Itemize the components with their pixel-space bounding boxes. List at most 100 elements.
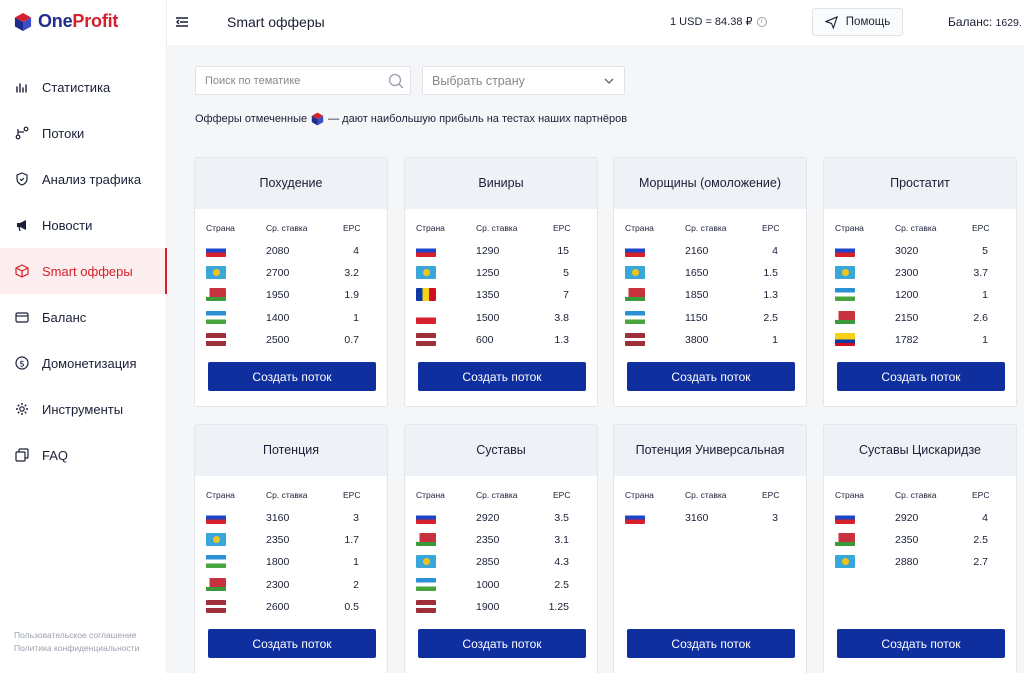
sidebar-item-6[interactable]: Баланс <box>0 294 167 340</box>
search-input[interactable]: Поиск по тематике <box>195 66 411 95</box>
sidebar-item-7[interactable]: $ Домонетизация <box>0 340 167 386</box>
offer-card: Виниры Страна Ср. ставка EPC 1290 15 1250 5 1350… <box>404 157 598 407</box>
sidebar-item-2[interactable]: Потоки <box>0 110 167 156</box>
offer-epc: 2 <box>353 579 359 591</box>
col-country: Страна <box>625 490 654 500</box>
offer-epc: 3.2 <box>344 267 359 279</box>
offer-epc: 1 <box>772 334 778 346</box>
flag-uz-icon <box>835 288 855 301</box>
flag-ru-icon <box>625 244 645 257</box>
sidebar-item-9[interactable]: FAQ <box>0 432 167 478</box>
offer-rate: 1850 <box>685 289 709 301</box>
offer-rate: 2300 <box>266 579 290 591</box>
create-flow-button[interactable]: Создать поток <box>627 629 795 658</box>
offer-title: Суставы <box>405 425 597 476</box>
offer-epc: 1.7 <box>344 534 359 546</box>
col-epc: EPC <box>343 223 361 233</box>
create-flow-button[interactable]: Создать поток <box>627 362 795 391</box>
col-epc: EPC <box>553 223 571 233</box>
offer-rate: 1900 <box>476 601 500 613</box>
balance: Баланс: 1629. <box>948 15 1022 29</box>
offer-card: Потенция Страна Ср. ставка EPC 3160 3 2350 1.7 1… <box>194 424 388 673</box>
sidebar-item-label: Анализ трафика <box>42 171 142 187</box>
privacy-link[interactable]: Политика конфиденциальности <box>14 642 139 655</box>
terms-link[interactable]: Пользовательское соглашение <box>14 629 139 642</box>
offer-row: 1250 5 <box>405 266 597 282</box>
create-flow-button[interactable]: Создать поток <box>208 629 376 658</box>
sidebar-item-3[interactable]: Анализ трафика <box>0 156 167 202</box>
flag-ru-icon <box>206 244 226 257</box>
flag-kz-icon <box>835 266 855 279</box>
sidebar-footer: Пользовательское соглашение Политика кон… <box>14 629 139 655</box>
offer-epc: 1 <box>982 289 988 301</box>
create-flow-button[interactable]: Создать поток <box>418 629 586 658</box>
create-flow-button[interactable]: Создать поток <box>837 629 1005 658</box>
logo[interactable]: OneProfit <box>14 11 118 32</box>
offer-epc: 5 <box>982 245 988 257</box>
help-label: Помощь <box>845 16 891 28</box>
offer-row: 3160 3 <box>614 511 806 527</box>
offer-table-header: Страна Ср. ставка EPC <box>614 490 806 504</box>
balance-label: Баланс: <box>948 15 993 29</box>
flag-co-icon <box>835 333 855 346</box>
help-button[interactable]: Помощь <box>812 8 903 36</box>
flag-kz-icon <box>206 533 226 546</box>
offer-epc: 3 <box>353 512 359 524</box>
flag-uz-icon <box>625 311 645 324</box>
col-country: Страна <box>206 490 235 500</box>
offer-card: Потенция Универсальная Страна Ср. ставка EP… <box>613 424 807 673</box>
flag-uz-icon <box>206 311 226 324</box>
offer-title: Потенция <box>195 425 387 476</box>
search-placeholder: Поиск по тематике <box>205 74 301 87</box>
offer-rate: 2500 <box>266 334 290 346</box>
brand-name: OneProfit <box>38 11 119 31</box>
create-flow-button[interactable]: Создать поток <box>208 362 376 391</box>
offer-epc: 3.5 <box>554 512 569 524</box>
sidebar-item-8[interactable]: Инструменты <box>0 386 167 432</box>
col-rate: Ср. ставка <box>266 490 308 500</box>
offer-epc: 1.3 <box>763 289 778 301</box>
dollar-icon: $ <box>15 356 29 370</box>
chevron-down-icon <box>604 78 614 84</box>
sidebar-item-4[interactable]: Новости <box>0 202 167 248</box>
offer-rate: 1250 <box>476 267 500 279</box>
offer-row: 2300 2 <box>195 578 387 594</box>
flag-ru-icon <box>625 511 645 524</box>
offer-rate: 600 <box>476 334 494 346</box>
offer-epc: 4 <box>772 245 778 257</box>
offer-row: 3020 5 <box>824 244 1016 260</box>
offer-epc: 1.25 <box>548 601 569 613</box>
flag-kz-icon <box>835 555 855 568</box>
offer-row: 1150 2.5 <box>614 311 806 327</box>
offer-rate: 2880 <box>895 556 919 568</box>
create-flow-button[interactable]: Создать поток <box>418 362 586 391</box>
offer-epc: 3.8 <box>554 312 569 324</box>
create-flow-button[interactable]: Создать поток <box>837 362 1005 391</box>
offer-rate: 1950 <box>266 289 290 301</box>
country-select[interactable]: Выбрать страну <box>422 66 625 95</box>
search-icon[interactable] <box>388 73 404 89</box>
col-epc: EPC <box>762 490 780 500</box>
offer-epc: 2.7 <box>973 556 988 568</box>
send-icon <box>824 15 838 29</box>
offer-epc: 2.6 <box>973 312 988 324</box>
sidebar: OneProfit Статистика Потоки Анализ трафика… <box>0 0 167 673</box>
offer-row: 2880 2.7 <box>824 555 1016 571</box>
offer-table-header: Страна Ср. ставка EPC <box>195 223 387 237</box>
svg-text:$: $ <box>19 360 25 370</box>
flag-lv-icon <box>206 600 226 613</box>
sidebar-item-1[interactable]: Статистика <box>0 64 167 110</box>
offer-rate: 1290 <box>476 245 500 257</box>
info-icon[interactable]: i <box>756 16 767 27</box>
flag-kz-icon <box>416 266 436 279</box>
megaphone-icon <box>15 218 29 232</box>
sidebar-item-5[interactable]: Smart офферы <box>0 248 167 294</box>
offer-row: 1900 1.25 <box>405 600 597 616</box>
offer-epc: 4 <box>353 245 359 257</box>
chart-icon <box>15 80 29 94</box>
offer-epc: 1.3 <box>554 334 569 346</box>
note-after: — дают наибольшую прибыль на тестах наши… <box>328 113 628 125</box>
flag-lv-icon <box>416 333 436 346</box>
collapse-menu-icon[interactable] <box>175 15 189 29</box>
col-rate: Ср. ставка <box>895 223 937 233</box>
